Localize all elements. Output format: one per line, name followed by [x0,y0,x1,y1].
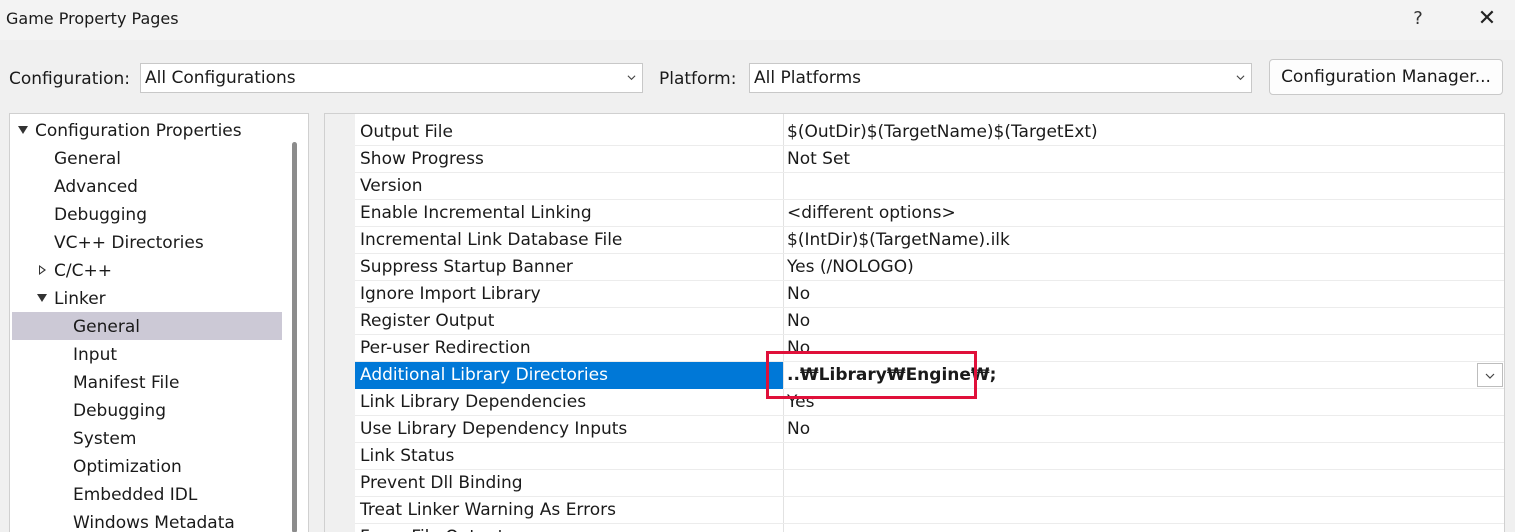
tree-item-optimization[interactable]: Optimization [73,453,182,481]
property-name: Output File [360,122,453,142]
property-value: Yes (/NOLOGO) [787,257,914,277]
chevron-down-icon [627,75,636,81]
configuration-dropdown[interactable]: All Configurations [140,63,643,93]
tree-item-manifest-file[interactable]: Manifest File [73,369,179,397]
close-button[interactable]: ✕ [1469,4,1505,36]
property-name: Treat Linker Warning As Errors [360,500,616,520]
configuration-value: All Configurations [145,68,296,88]
property-row[interactable]: Version [355,173,1504,200]
property-row[interactable]: Use Library Dependency Inputs No [355,416,1504,443]
configuration-manager-button[interactable]: Configuration Manager... [1269,59,1503,95]
property-name: Additional Library Directories [360,365,608,385]
grid-gutter [325,114,355,532]
tree-scrollbar[interactable] [292,142,297,532]
property-name: Prevent Dll Binding [360,473,523,493]
property-name: Register Output [360,311,495,331]
property-name: Incremental Link Database File [360,230,623,250]
property-value: No [787,419,811,439]
property-name: Link Status [360,446,455,466]
property-name: Enable Incremental Linking [360,203,592,223]
property-row[interactable]: Register Output No [355,308,1504,335]
property-name: Link Library Dependencies [360,392,587,412]
tree-item-windows-metadata[interactable]: Windows Metadata [73,509,235,532]
property-value: $(OutDir)$(TargetName)$(TargetExt) [787,122,1098,142]
platform-value: All Platforms [754,68,862,88]
property-row[interactable]: Force File Output [355,524,1504,532]
property-value: <different options> [787,203,956,223]
title-bar: Game Property Pages ? ✕ [0,0,1515,40]
help-button[interactable]: ? [1402,4,1434,36]
collapse-icon[interactable] [39,265,46,275]
tree-item-vc-directories[interactable]: VC++ Directories [54,229,204,257]
chevron-down-icon [1485,373,1495,379]
property-row[interactable]: Prevent Dll Binding [355,470,1504,497]
chevron-down-icon [1236,75,1245,81]
tree-item-linker[interactable]: Linker [54,285,106,313]
property-value: Not Set [787,149,851,169]
platform-label: Platform: [659,69,737,89]
tree-item-input[interactable]: Input [73,341,117,369]
tree-item-linker-general[interactable]: General [73,313,140,341]
property-tree: Configuration Properties General Advance… [9,113,309,532]
property-row[interactable]: Treat Linker Warning As Errors [355,497,1504,524]
tree-item-debugging[interactable]: Debugging [54,201,147,229]
property-row[interactable]: Incremental Link Database File $(IntDir)… [355,227,1504,254]
tree-item-system[interactable]: System [73,425,136,453]
tree-item-general[interactable]: General [54,145,121,173]
property-value: $(IntDir)$(TargetName).ilk [787,230,1010,250]
property-name: Use Library Dependency Inputs [360,419,628,439]
tree-item-advanced[interactable]: Advanced [54,173,138,201]
property-grid: Output File $(OutDir)$(TargetName)$(Targ… [324,113,1505,532]
platform-dropdown[interactable]: All Platforms [749,63,1252,93]
help-icon: ? [1413,8,1423,29]
tree-item-configuration-properties[interactable]: Configuration Properties [35,117,242,145]
property-name: Per-user Redirection [360,338,531,358]
window-title: Game Property Pages [6,9,179,28]
property-name: Ignore Import Library [360,284,541,304]
property-value: No [787,284,811,304]
configuration-label: Configuration: [9,69,131,89]
tree-item-linker-debugging[interactable]: Debugging [73,397,166,425]
property-row[interactable]: Ignore Import Library No [355,281,1504,308]
tree-selection [12,312,282,340]
property-name: Suppress Startup Banner [360,257,573,277]
tree-item-c-cpp[interactable]: C/C++ [54,257,112,285]
expand-icon[interactable] [37,294,47,302]
value-dropdown-button[interactable] [1477,363,1503,387]
property-name: Force File Output [360,524,504,532]
annotation-highlight-box [766,351,977,399]
close-icon: ✕ [1477,6,1497,31]
property-value: No [787,311,811,331]
property-row[interactable]: Link Status [355,443,1504,470]
property-row[interactable]: Output File $(OutDir)$(TargetName)$(Targ… [355,119,1504,146]
expand-icon[interactable] [18,126,28,134]
property-row[interactable]: Enable Incremental Linking <different op… [355,200,1504,227]
property-row[interactable]: Show Progress Not Set [355,146,1504,173]
property-row[interactable]: Suppress Startup Banner Yes (/NOLOGO) [355,254,1504,281]
property-name: Version [360,176,423,196]
property-name: Show Progress [360,149,484,169]
tree-item-embedded-idl[interactable]: Embedded IDL [73,481,197,509]
